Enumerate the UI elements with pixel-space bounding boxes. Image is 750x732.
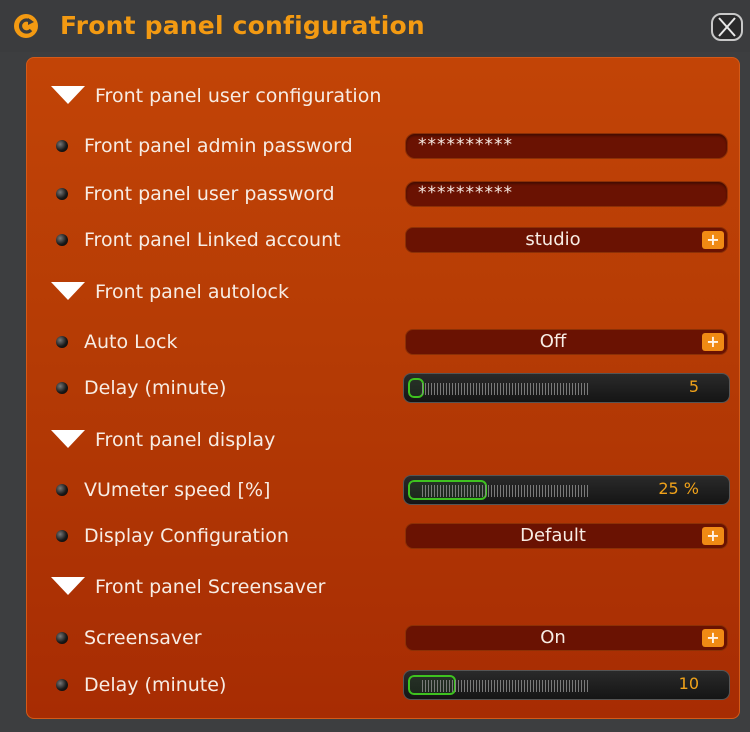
slider-value: 5 xyxy=(688,377,699,396)
bullet-icon xyxy=(56,484,68,496)
section-label: Front panel display xyxy=(95,429,276,451)
row-user-password: Front panel user password ********** xyxy=(27,174,739,214)
field-label: Front panel admin password xyxy=(84,135,353,157)
slider-ticks xyxy=(422,680,590,692)
field-label: Display Configuration xyxy=(84,525,289,547)
field-label: Auto Lock xyxy=(84,331,178,353)
field-label: VUmeter speed [%] xyxy=(84,479,271,501)
front-panel-config-window: Front panel configuration Front panel us… xyxy=(0,0,750,732)
bullet-icon xyxy=(56,336,68,348)
autolock-delay-slider[interactable]: 5 xyxy=(403,373,730,403)
slider-ticks xyxy=(422,383,590,395)
field-label: Delay (minute) xyxy=(84,377,227,399)
expand-plus-button[interactable]: + xyxy=(702,629,724,647)
section-label: Front panel Screensaver xyxy=(95,576,326,598)
section-user-configuration[interactable]: Front panel user configuration xyxy=(27,76,727,116)
bullet-icon xyxy=(56,382,68,394)
screensaver-select[interactable]: On + xyxy=(405,625,728,651)
row-admin-password: Front panel admin password ********** xyxy=(27,126,739,166)
expand-plus-button[interactable]: + xyxy=(702,527,724,545)
linked-account-select[interactable]: studio + xyxy=(405,227,728,253)
slider-value: 25 % xyxy=(658,479,699,498)
admin-password-input[interactable]: ********** xyxy=(405,133,728,159)
row-screensaver: Screensaver On + xyxy=(27,618,739,658)
collapse-triangle-icon xyxy=(51,282,85,300)
collapse-triangle-icon xyxy=(51,430,85,448)
row-vumeter-speed: VUmeter speed [%] 25 % xyxy=(27,470,739,510)
section-display[interactable]: Front panel display xyxy=(27,420,727,460)
close-icon xyxy=(718,17,736,37)
bullet-icon xyxy=(56,188,68,200)
bullet-icon xyxy=(56,140,68,152)
auto-lock-select[interactable]: Off + xyxy=(405,329,728,355)
row-linked-account: Front panel Linked account studio + xyxy=(27,220,739,260)
field-label: Delay (minute) xyxy=(84,674,227,696)
collapse-triangle-icon xyxy=(51,86,85,104)
section-label: Front panel user configuration xyxy=(95,85,382,107)
row-screensaver-delay: Delay (minute) 10 xyxy=(27,665,739,705)
titlebar: Front panel configuration xyxy=(0,0,750,52)
field-label: Front panel user password xyxy=(84,183,335,205)
section-screensaver[interactable]: Front panel Screensaver xyxy=(27,567,727,607)
display-configuration-select[interactable]: Default + xyxy=(405,523,728,549)
bullet-icon xyxy=(56,679,68,691)
field-label: Screensaver xyxy=(84,627,202,649)
section-autolock[interactable]: Front panel autolock xyxy=(27,272,727,312)
refresh-arrow-icon xyxy=(14,14,38,38)
password-value: ********** xyxy=(418,135,513,155)
slider-value: 10 xyxy=(678,674,699,693)
expand-plus-button[interactable]: + xyxy=(702,333,724,351)
collapse-triangle-icon xyxy=(51,577,85,595)
bullet-icon xyxy=(56,530,68,542)
user-password-input[interactable]: ********** xyxy=(405,181,728,207)
row-display-configuration: Display Configuration Default + xyxy=(27,516,739,556)
bullet-icon xyxy=(56,234,68,246)
select-value: Default xyxy=(520,525,586,546)
slider-track xyxy=(408,378,725,398)
slider-track xyxy=(408,675,725,695)
field-label: Front panel Linked account xyxy=(84,229,341,251)
close-button[interactable] xyxy=(711,13,743,41)
expand-plus-button[interactable]: + xyxy=(702,231,724,249)
bullet-icon xyxy=(56,632,68,644)
select-value: studio xyxy=(525,229,581,250)
vumeter-speed-slider[interactable]: 25 % xyxy=(403,475,730,505)
row-autolock-delay: Delay (minute) 5 xyxy=(27,368,739,408)
section-label: Front panel autolock xyxy=(95,281,289,303)
window-title: Front panel configuration xyxy=(60,11,425,40)
settings-panel: Front panel user configuration Front pan… xyxy=(26,57,740,719)
password-value: ********** xyxy=(418,183,513,203)
select-value: On xyxy=(540,627,566,648)
row-auto-lock: Auto Lock Off + xyxy=(27,322,739,362)
slider-ticks xyxy=(422,485,590,497)
screensaver-delay-slider[interactable]: 10 xyxy=(403,670,730,700)
select-value: Off xyxy=(539,331,567,352)
